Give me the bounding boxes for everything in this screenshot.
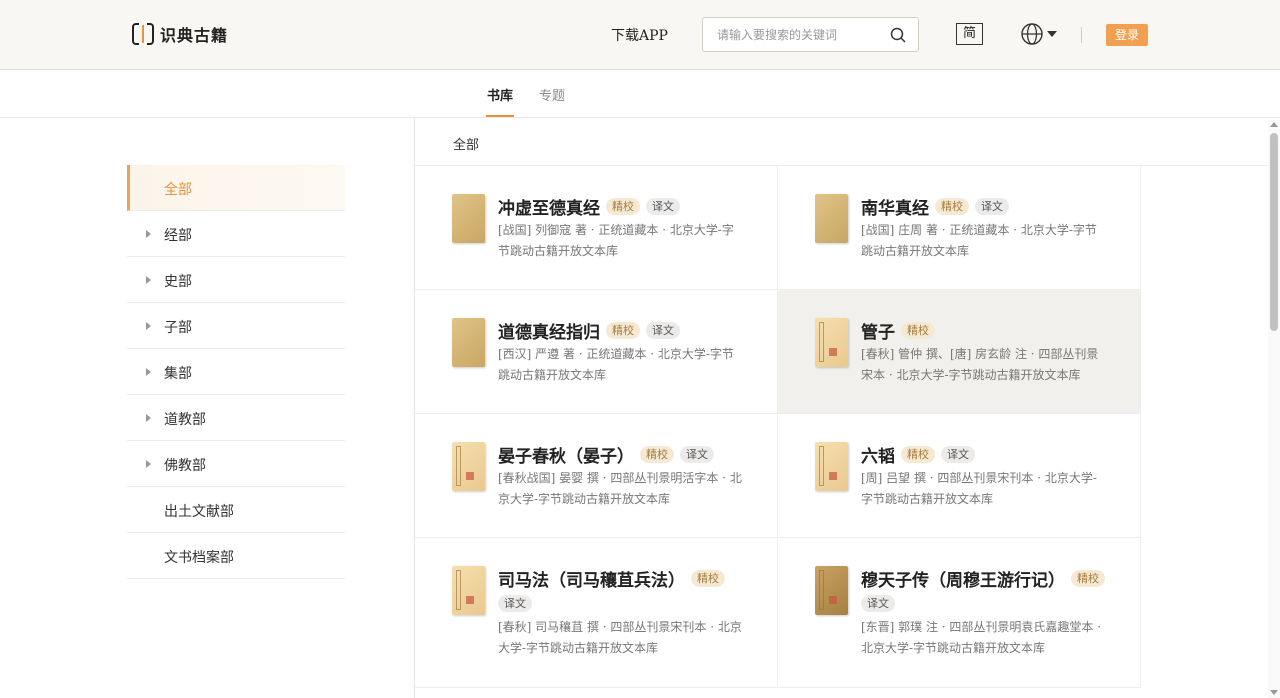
search-input[interactable]	[717, 26, 882, 44]
sidebar-item-label: 史部	[164, 274, 192, 290]
translation-badge: 译文	[646, 322, 680, 339]
book-card[interactable]: 穆天子传（周穆王游行记） 精校 译文 [东晋] 郭璞 注 · 四部丛刊景明袁氏嘉…	[778, 538, 1141, 688]
book-cover-image	[815, 442, 848, 491]
breadcrumb-current: 全部	[453, 138, 480, 153]
login-button[interactable]: 登录	[1106, 24, 1148, 46]
book-title: 道德真经指归	[498, 323, 600, 343]
book-cover-image	[815, 194, 848, 243]
book-card[interactable]: 管子 精校 [春秋] 管仲 撰、[唐] 房玄龄 注 · 四部丛刊景宋本 · 北京…	[778, 290, 1141, 414]
caret-right-icon	[146, 414, 151, 422]
book-card[interactable]: 南华真经 精校 译文 [战国] 庄周 著 · 正统道藏本 · 北京大学-字节跳动…	[778, 166, 1141, 290]
sidebar-item-archives[interactable]: 文书档案部	[127, 533, 345, 579]
sidebar-item-ji[interactable]: 集部	[127, 349, 345, 395]
tab-library[interactable]: 书库	[487, 85, 513, 104]
book-meta: [战国] 列御寇 著 · 正统道藏本 · 北京大学-字节跳动古籍开放文本库	[498, 223, 734, 258]
book-cover-image	[815, 566, 848, 615]
caret-right-icon	[146, 276, 151, 284]
sidebar-item-taoism[interactable]: 道教部	[127, 395, 345, 441]
tab-topics[interactable]: 专题	[539, 85, 565, 104]
main-tabs: 书库 专题	[0, 70, 1280, 118]
sidebar-item-label: 集部	[164, 366, 192, 382]
translation-badge: 译文	[498, 595, 532, 612]
scroll-down-icon[interactable]	[1270, 690, 1278, 695]
chevron-down-icon	[1047, 31, 1057, 37]
sidebar-item-label: 文书档案部	[164, 550, 234, 566]
logo-mark-icon	[132, 22, 154, 46]
caret-right-icon	[146, 230, 151, 238]
proofread-badge: 精校	[901, 446, 935, 463]
sidebar-item-excavated[interactable]: 出土文献部	[127, 487, 345, 533]
book-title: 司马法（司马穰苴兵法）	[498, 571, 685, 591]
book-title: 六韬	[861, 447, 895, 467]
proofread-badge: 精校	[606, 198, 640, 215]
book-meta: [东晋] 郭璞 注 · 四部丛刊景明袁氏嘉趣堂本 · 北京大学-字节跳动古籍开放…	[861, 620, 1102, 655]
search-icon[interactable]	[890, 27, 906, 43]
book-card[interactable]: 冲虚至德真经 精校 译文 [战国] 列御寇 著 · 正统道藏本 · 北京大学-字…	[415, 166, 778, 290]
book-card[interactable]: 司马法（司马穰苴兵法） 精校 译文 [春秋] 司马穰苴 撰 · 四部丛刊景宋刊本…	[415, 538, 778, 688]
site-logo[interactable]: 识典古籍	[132, 20, 228, 48]
search-box	[702, 17, 919, 52]
book-cover-image	[815, 318, 848, 367]
sidebar-item-label: 道教部	[164, 412, 206, 428]
sidebar-item-label: 出土文献部	[164, 504, 234, 520]
proofread-badge: 精校	[691, 570, 725, 587]
language-selector[interactable]	[1020, 21, 1058, 47]
book-cover-image	[452, 318, 485, 367]
book-title: 穆天子传（周穆王游行记）	[861, 571, 1065, 591]
proofread-badge: 精校	[606, 322, 640, 339]
logo-text: 识典古籍	[160, 26, 229, 45]
category-sidebar: 全部 经部 史部 子部 集部 道教部 佛教部 出土文献部 文书档案部	[127, 165, 345, 579]
book-card[interactable]: 晏子春秋（晏子） 精校 译文 [春秋战国] 晏婴 撰 · 四部丛刊景明活字本 ·…	[415, 414, 778, 538]
proofread-badge: 精校	[640, 446, 674, 463]
sidebar-item-label: 经部	[164, 228, 192, 244]
scroll-up-icon[interactable]	[1270, 122, 1278, 127]
proofread-badge: 精校	[901, 322, 935, 339]
book-card[interactable]: 六韬 精校 译文 [周] 吕望 撰 · 四部丛刊景宋刊本 · 北京大学-字节跳动…	[778, 414, 1141, 538]
sidebar-item-buddhism[interactable]: 佛教部	[127, 441, 345, 487]
book-meta: [周] 吕望 撰 · 四部丛刊景宋刊本 · 北京大学-字节跳动古籍开放文本库	[861, 471, 1097, 506]
simplified-chinese-toggle[interactable]: 简	[956, 23, 983, 45]
translation-badge: 译文	[941, 446, 975, 463]
globe-icon	[1021, 23, 1043, 45]
book-meta: [春秋] 管仲 撰、[唐] 房玄龄 注 · 四部丛刊景宋本 · 北京大学-字节跳…	[861, 347, 1099, 382]
caret-right-icon	[146, 368, 151, 376]
book-cover-image	[452, 194, 485, 243]
caret-right-icon	[146, 460, 151, 468]
translation-badge: 译文	[680, 446, 714, 463]
sidebar-item-label: 全部	[164, 182, 192, 198]
translation-badge: 译文	[975, 198, 1009, 215]
proofread-badge: 精校	[935, 198, 969, 215]
book-title: 冲虚至德真经	[498, 199, 600, 219]
proofread-badge: 精校	[1071, 570, 1105, 587]
sidebar-item-shi[interactable]: 史部	[127, 257, 345, 303]
sidebar-item-jing[interactable]: 经部	[127, 211, 345, 257]
book-meta: [春秋] 司马穰苴 撰 · 四部丛刊景宋刊本 · 北京大学-字节跳动古籍开放文本…	[498, 620, 742, 655]
book-card[interactable]: 道德真经指归 精校 译文 [西汉] 严遵 著 · 正统道藏本 · 北京大学-字节…	[415, 290, 778, 414]
breadcrumb: 全部	[415, 118, 1268, 166]
header-divider	[1081, 27, 1082, 43]
book-meta: [战国] 庄周 著 · 正统道藏本 · 北京大学-字节跳动古籍开放文本库	[861, 223, 1097, 258]
translation-badge: 译文	[646, 198, 680, 215]
top-header: 识典古籍 下载APP 简 登录	[0, 0, 1280, 70]
book-title: 管子	[861, 323, 895, 343]
sidebar-item-all[interactable]: 全部	[127, 165, 345, 211]
translation-badge: 译文	[861, 595, 895, 612]
caret-right-icon	[146, 322, 151, 330]
active-tab-indicator	[486, 115, 514, 117]
scrollbar-thumb[interactable]	[1270, 133, 1278, 331]
sidebar-item-label: 子部	[164, 320, 192, 336]
book-title: 南华真经	[861, 199, 929, 219]
download-app-link[interactable]: 下载APP	[611, 25, 668, 45]
book-cover-image	[452, 442, 485, 491]
sidebar-item-label: 佛教部	[164, 458, 206, 474]
book-cover-image	[452, 566, 485, 615]
book-meta: [西汉] 严遵 著 · 正统道藏本 · 北京大学-字节跳动古籍开放文本库	[498, 347, 734, 382]
sidebar-item-zi[interactable]: 子部	[127, 303, 345, 349]
book-title: 晏子春秋（晏子）	[498, 447, 634, 467]
book-meta: [春秋战国] 晏婴 撰 · 四部丛刊景明活字本 · 北京大学-字节跳动古籍开放文…	[498, 471, 742, 506]
